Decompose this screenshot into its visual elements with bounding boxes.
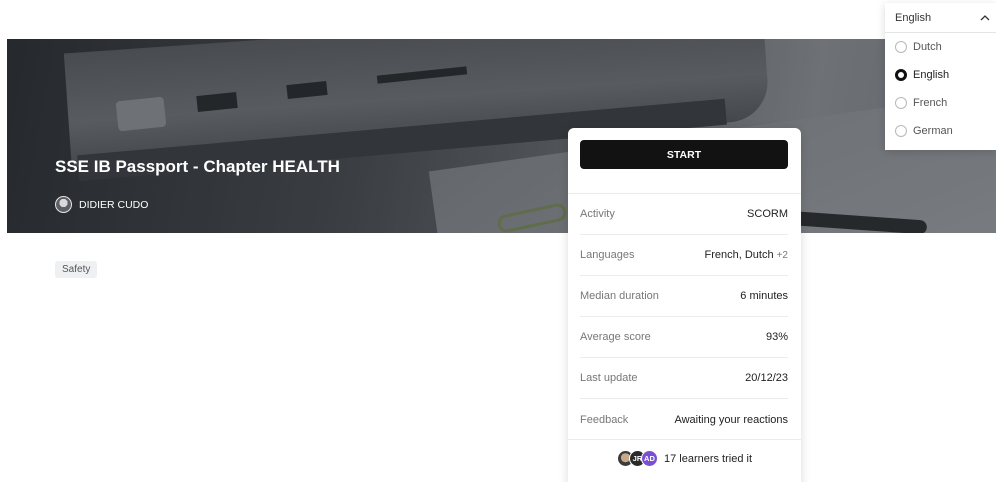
language-dropdown: English Dutch English French German xyxy=(885,3,996,150)
course-author[interactable]: DIDIER CUDO xyxy=(55,196,148,213)
info-value: 93% xyxy=(765,331,788,343)
language-option-label: French xyxy=(913,97,948,109)
course-title: SSE IB Passport - Chapter HEALTH xyxy=(55,157,340,176)
info-label: Median duration xyxy=(580,290,659,302)
divider xyxy=(568,439,801,440)
learner-avatars: JR AD xyxy=(616,450,658,467)
learners-count-label: 17 learners tried it xyxy=(663,452,753,465)
language-option-french[interactable]: French xyxy=(885,89,996,117)
learner-avatar-ad: AD xyxy=(640,450,658,467)
radio-icon xyxy=(895,97,907,109)
start-button[interactable]: START xyxy=(580,140,788,169)
info-rows: Activity SCORM Languages French, Dutch +2… xyxy=(580,194,788,440)
course-tag[interactable]: Safety xyxy=(55,261,98,278)
info-value: 6 minutes xyxy=(740,290,788,302)
info-row-languages: Languages French, Dutch +2 xyxy=(580,235,788,276)
radio-icon xyxy=(895,41,907,53)
language-option-german[interactable]: German xyxy=(885,117,996,145)
info-label: Feedback xyxy=(580,413,629,426)
info-label: Activity xyxy=(580,208,615,220)
info-row-median-duration: Median duration 6 minutes xyxy=(580,276,788,317)
info-row-last-update: Last update 20/12/23 xyxy=(580,358,788,399)
hero-banner xyxy=(7,39,996,233)
info-value: 20/12/23 xyxy=(745,372,788,384)
info-label: Average score xyxy=(580,331,651,343)
info-label: Languages xyxy=(580,249,635,261)
hero-overlay xyxy=(7,39,996,233)
language-option-label: Dutch xyxy=(913,41,942,53)
author-avatar xyxy=(55,196,72,213)
learners-summary[interactable]: JR AD 17 learners tried it xyxy=(568,450,801,467)
info-value: French, Dutch +2 xyxy=(705,249,789,261)
language-option-label: German xyxy=(913,125,953,137)
info-row-activity: Activity SCORM xyxy=(580,194,788,235)
radio-icon xyxy=(895,125,907,137)
radio-checked-icon xyxy=(895,69,907,81)
languages-list: French, Dutch xyxy=(704,249,774,261)
course-info-card: START Activity SCORM Languages French, D… xyxy=(568,128,801,482)
language-select[interactable]: English xyxy=(885,3,996,33)
info-value: Awaiting your reactions xyxy=(674,413,788,426)
language-option-dutch[interactable]: Dutch xyxy=(885,33,996,61)
info-row-average-score: Average score 93% xyxy=(580,317,788,358)
chevron-up-icon[interactable] xyxy=(974,3,996,33)
language-option-english[interactable]: English xyxy=(885,61,996,89)
info-row-feedback: Feedback Awaiting your reactions xyxy=(580,399,788,440)
languages-more-count[interactable]: +2 xyxy=(777,250,788,261)
info-label: Last update xyxy=(580,372,638,384)
author-name: DIDIER CUDO xyxy=(79,198,149,211)
language-selected-value: English xyxy=(895,11,932,24)
language-option-label: English xyxy=(913,69,950,81)
info-value: SCORM xyxy=(747,208,788,220)
course-page: SSE IB Passport - Chapter HEALTH DIDIER … xyxy=(0,0,996,482)
